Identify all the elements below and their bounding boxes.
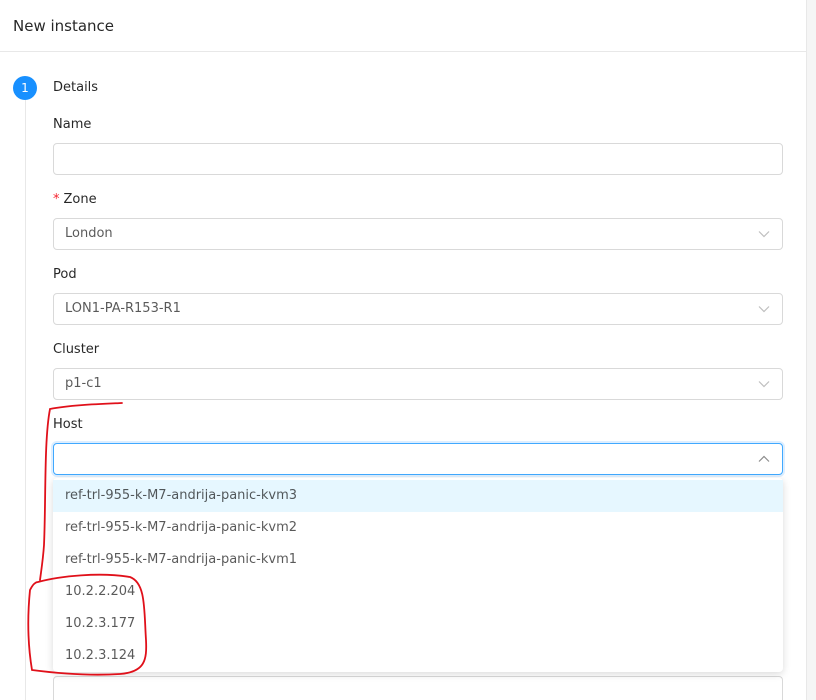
pod-select[interactable]: LON1-PA-R153-R1 (53, 293, 783, 325)
host-option[interactable]: ref-trl-955-k-M7-andrija-panic-kvm2 (53, 512, 783, 544)
host-option[interactable]: 10.2.3.124 (53, 640, 783, 672)
host-label: Host (53, 417, 83, 432)
name-input[interactable] (53, 143, 783, 175)
cluster-label: Cluster (53, 342, 100, 357)
next-field-partial[interactable] (53, 676, 783, 700)
chevron-down-icon (758, 379, 770, 389)
step-title: Details (53, 80, 99, 95)
panel-header: New instance (0, 0, 806, 52)
step-connector-line (25, 100, 26, 700)
pod-label: Pod (53, 267, 77, 282)
cluster-select-value: p1-c1 (65, 376, 102, 391)
page-title: New instance (13, 16, 115, 35)
chevron-down-icon (758, 304, 770, 314)
chevron-up-icon (758, 454, 770, 464)
host-option[interactable]: ref-trl-955-k-M7-andrija-panic-kvm1 (53, 544, 783, 576)
scrollbar[interactable] (807, 0, 816, 700)
host-select[interactable] (53, 443, 783, 475)
pod-select-value: LON1-PA-R153-R1 (65, 301, 181, 316)
name-label: Name (53, 117, 92, 132)
host-option[interactable]: ref-trl-955-k-M7-andrija-panic-kvm3 (53, 480, 783, 512)
required-mark: * (53, 192, 60, 207)
new-instance-page: New instance 1 Details Name * Zone London… (0, 0, 816, 700)
step-number-badge: 1 (13, 76, 37, 100)
host-option[interactable]: 10.2.3.177 (53, 608, 783, 640)
zone-label: * Zone (53, 192, 97, 207)
zone-select-value: London (65, 226, 113, 241)
zone-select[interactable]: London (53, 218, 783, 250)
cluster-select[interactable]: p1-c1 (53, 368, 783, 400)
host-dropdown-menu: ref-trl-955-k-M7-andrija-panic-kvm3 ref-… (53, 478, 783, 672)
chevron-down-icon (758, 229, 770, 239)
zone-label-text: Zone (63, 192, 97, 207)
host-option[interactable]: 10.2.2.204 (53, 576, 783, 608)
